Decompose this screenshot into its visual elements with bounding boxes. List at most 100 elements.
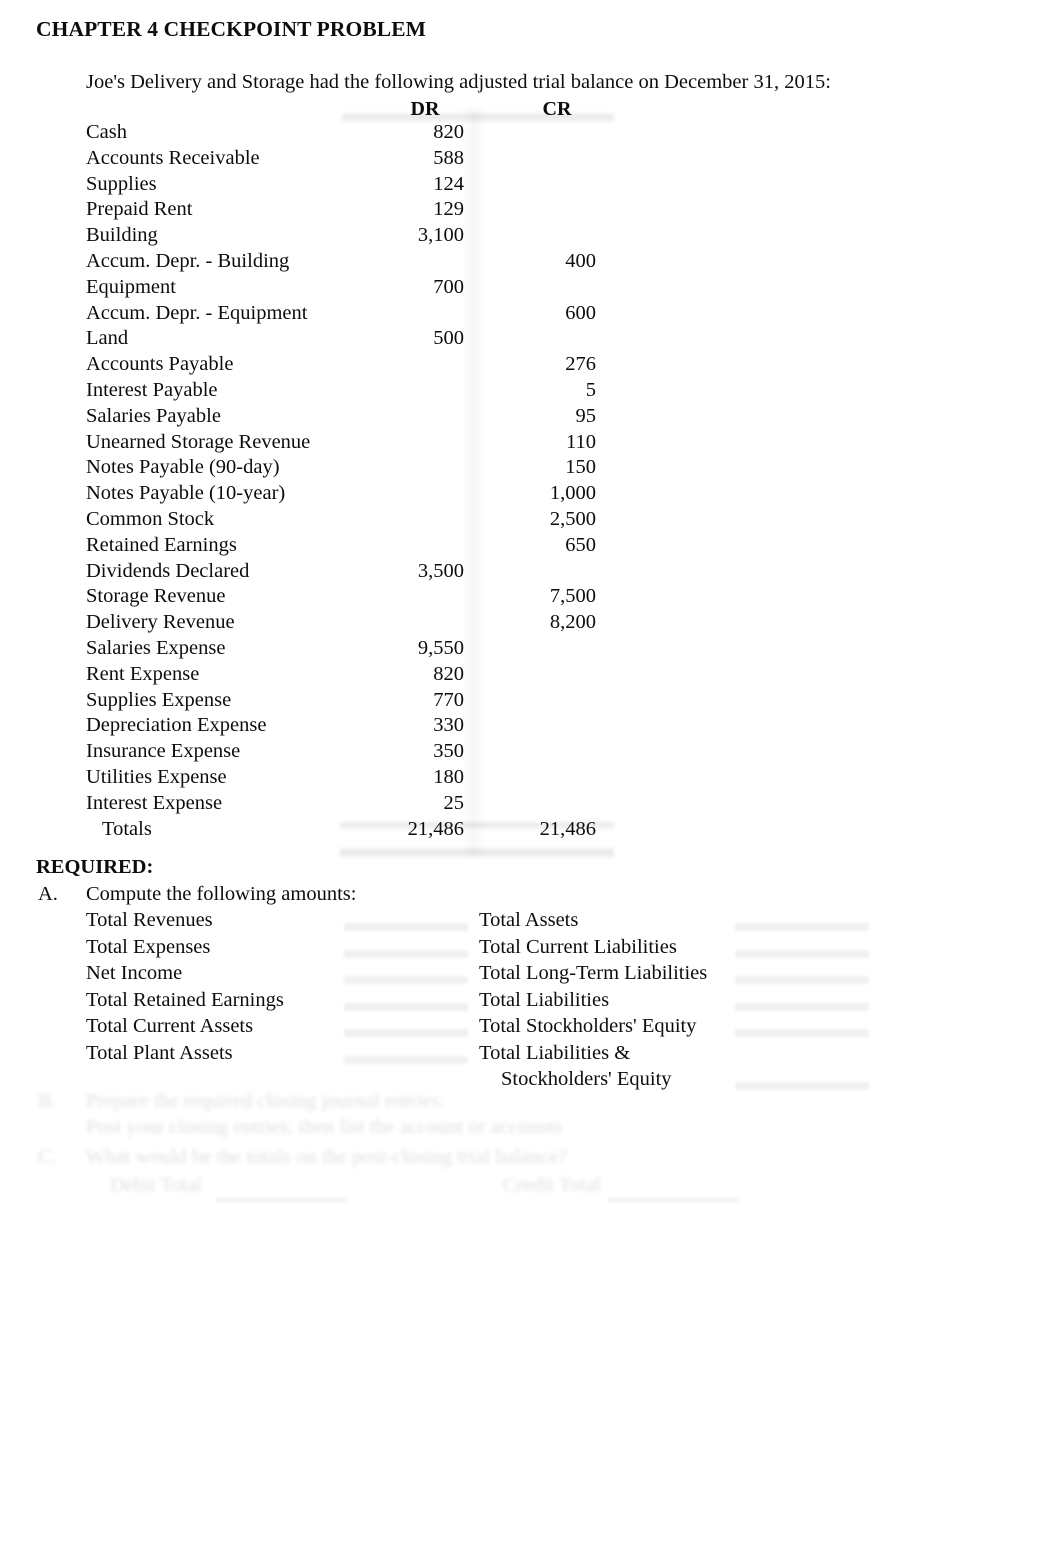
table-row: Interest Payable 5 [86, 379, 698, 405]
table-row: Prepaid Rent 129 [86, 198, 698, 224]
faded-credit-total-blank[interactable] [608, 1199, 740, 1201]
answer-blank-line[interactable] [735, 949, 869, 958]
table-row: Depreciation Expense 330 [86, 714, 698, 740]
debit-amount-cell: 820 [433, 121, 464, 143]
required-amount-label: Total Current Assets [86, 1015, 254, 1037]
account-name-cell: Retained Earnings [86, 533, 237, 556]
account-name-cell: Interest Payable [86, 378, 218, 401]
required-amount-line: Total Long-Term Liabilities [479, 962, 909, 989]
credit-amount-cell: 2,500 [549, 507, 596, 530]
faded-debit-total-label: Debit Total [110, 1174, 203, 1196]
debit-amount-cell: 820 [433, 662, 464, 685]
required-amount-label: Stockholders' Equity [501, 1068, 672, 1090]
required-amount-line: Total Liabilities & [479, 1042, 909, 1069]
credit-amount-cell: 5 [585, 378, 596, 401]
debit-amount-cell: 129 [433, 198, 464, 221]
answer-blank-line[interactable] [344, 976, 468, 984]
account-name-cell: Utilities Expense [86, 765, 227, 788]
required-item-a-text: Compute the following amounts: [86, 883, 357, 905]
required-amount-line: Total Liabilities [479, 989, 909, 1016]
account-name-cell: Totals [102, 817, 152, 840]
required-amount-label: Total Retained Earnings [86, 988, 284, 1011]
debit-amount-cell: 770 [433, 688, 464, 711]
credit-amount-cell: 7,500 [549, 585, 596, 608]
table-row: Accum. Depr. - Equipment 600 [86, 302, 698, 328]
faded-debit-total-blank[interactable] [216, 1199, 348, 1201]
table-row: Storage Revenue 7,500 [86, 585, 698, 611]
required-amount-label: Total Revenues [86, 909, 213, 931]
answer-blank-line[interactable] [344, 1055, 468, 1064]
account-name-cell: Rent Expense [86, 662, 200, 685]
table-header-row: DR CR [86, 98, 698, 121]
answer-blank-line[interactable] [735, 1002, 869, 1011]
table-row: Accounts Payable 276 [86, 353, 698, 379]
required-amount-line: Total Assets [479, 909, 909, 936]
account-name-cell: Dividends Declared [86, 559, 250, 582]
account-name-cell: Cash [86, 121, 127, 143]
debit-amount-cell: 180 [433, 765, 464, 788]
faded-item-text: Post your closing entries; then list the… [86, 1116, 563, 1138]
debit-amount-cell: 588 [433, 146, 464, 169]
account-name-cell: Interest Expense [86, 791, 223, 814]
account-name-cell: Accounts Payable [86, 353, 234, 376]
table-row: Supplies 124 [86, 173, 698, 199]
account-name-cell: Supplies [86, 172, 157, 195]
table-row: Notes Payable (90-day) 150 [86, 456, 698, 482]
table-row: Cash 820 [86, 121, 698, 147]
answer-blank-line[interactable] [344, 923, 468, 931]
debit-amount-cell: 700 [433, 275, 464, 298]
required-amount-label: Net Income [86, 962, 183, 984]
document-page: CHAPTER 4 CHECKPOINT PROBLEM Joe's Deliv… [0, 0, 1062, 1556]
debit-amount-cell: 25 [443, 791, 465, 814]
credit-amount-cell: 600 [565, 301, 596, 324]
faded-bottom-section: B. Prepare the required closing journal e… [0, 1086, 1062, 1216]
credit-amount-cell: 400 [565, 249, 596, 272]
required-item-a-letter: A. [38, 883, 58, 905]
table-row: Land 500 [86, 327, 698, 353]
account-name-cell: Unearned Storage Revenue [86, 430, 311, 453]
table-row: Interest Expense 25 [86, 792, 698, 818]
debit-amount-cell: 21,486 [407, 817, 464, 840]
account-name-cell: Notes Payable (90-day) [86, 456, 280, 479]
answer-blank-line[interactable] [344, 1002, 468, 1011]
page-title: CHAPTER 4 CHECKPOINT PROBLEM [36, 17, 427, 41]
account-name-cell: Building [86, 224, 158, 247]
faded-credit-total-label: Credit Total [503, 1174, 601, 1196]
account-name-cell: Notes Payable (10-year) [86, 482, 286, 505]
required-amount-line: Total Expenses [86, 936, 476, 963]
account-name-cell: Prepaid Rent [86, 198, 193, 221]
answer-blank-line[interactable] [735, 1029, 869, 1037]
account-name-cell: Delivery Revenue [86, 611, 235, 634]
debit-amount-cell: 3,100 [417, 224, 464, 247]
account-name-cell: Equipment [86, 275, 176, 298]
required-amount-line: Net Income [86, 962, 476, 989]
required-amount-line: Total Current Assets [86, 1015, 476, 1042]
debit-amount-cell: 124 [433, 172, 464, 195]
required-amount-line: Total Revenues [86, 909, 476, 936]
account-name-cell: Storage Revenue [86, 585, 226, 608]
required-amount-label: Total Liabilities [479, 988, 610, 1011]
required-heading: REQUIRED: [36, 856, 154, 878]
answer-blank-line[interactable] [735, 923, 869, 931]
required-amount-label: Total Plant Assets [86, 1041, 233, 1064]
credit-amount-cell: 110 [566, 430, 596, 453]
table-row: Accounts Receivable 588 [86, 147, 698, 173]
faded-item-text: What would be the totals on the post-clo… [86, 1146, 568, 1168]
table-row: Totals 21,486 21,486 [86, 818, 698, 844]
answer-blank-line[interactable] [344, 1029, 468, 1037]
debit-amount-cell: 9,550 [417, 636, 464, 659]
scan-smudge-totals-bottom [340, 848, 614, 858]
required-amount-line: Total Current Liabilities [479, 936, 909, 963]
table-row: Supplies Expense 770 [86, 689, 698, 715]
debit-amount-cell: 350 [433, 740, 464, 763]
required-amount-line: Total Retained Earnings [86, 989, 476, 1016]
credit-amount-cell: 1,000 [549, 482, 596, 505]
answer-blank-line[interactable] [735, 1082, 869, 1090]
required-amount-label: Total Assets [479, 909, 579, 931]
answer-blank-line[interactable] [344, 949, 468, 958]
account-name-cell: Depreciation Expense [86, 714, 267, 737]
required-amount-label: Total Long-Term Liabilities [479, 962, 708, 984]
answer-blank-line[interactable] [735, 976, 869, 984]
table-row: Salaries Expense 9,550 [86, 637, 698, 663]
account-name-cell: Accum. Depr. - Building [86, 249, 290, 272]
